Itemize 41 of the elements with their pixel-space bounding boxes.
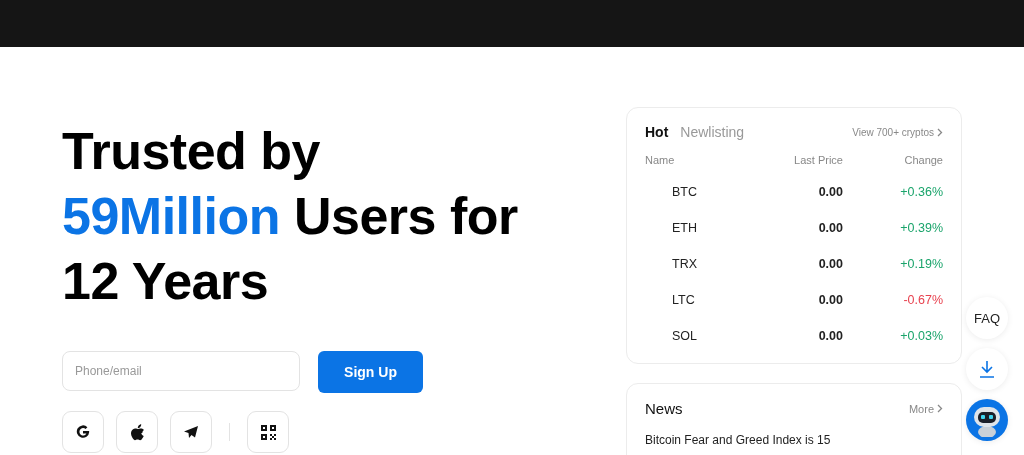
column-header: Name bbox=[645, 154, 676, 168]
column-header: Last Price bbox=[793, 154, 843, 168]
sign-up-button[interactable]: Sign Up bbox=[318, 351, 423, 393]
coin-name: TRX bbox=[671, 256, 698, 273]
market-tab[interactable]: Newlisting bbox=[680, 124, 745, 140]
google-login-button[interactable] bbox=[62, 411, 104, 453]
more-news-link[interactable]: More bbox=[908, 402, 943, 415]
download-icon bbox=[978, 360, 996, 378]
headline: Trusted by 59Million Users for 12 Years bbox=[62, 121, 519, 312]
download-button[interactable] bbox=[966, 348, 1008, 390]
qr-code-icon bbox=[260, 424, 276, 440]
news-title: News bbox=[645, 400, 683, 417]
price-change: +0.19% bbox=[899, 256, 943, 273]
google-g-icon bbox=[75, 424, 91, 440]
last-price: 0.00 bbox=[817, 220, 843, 237]
coin-name: BTC bbox=[671, 184, 698, 201]
coin-name: ETH bbox=[671, 220, 698, 237]
price-change: +0.03% bbox=[899, 328, 943, 345]
column-header: Change bbox=[903, 154, 943, 168]
qr-code-login-button[interactable] bbox=[247, 411, 289, 453]
view-all-cryptos-link[interactable]: View 700+ cryptos bbox=[852, 126, 943, 138]
last-price: 0.00 bbox=[817, 256, 843, 273]
faq-button[interactable]: FAQ bbox=[966, 297, 1008, 339]
chevron-right-icon bbox=[937, 404, 943, 413]
apple-icon bbox=[129, 423, 145, 441]
news-headline[interactable]: Bitcoin Fear and Greed Index is 15 bbox=[645, 433, 943, 447]
support-bot-button[interactable] bbox=[966, 399, 1008, 441]
market-tab[interactable]: Hot bbox=[645, 124, 669, 140]
phone-email-field[interactable]: Phone/email bbox=[62, 351, 300, 391]
apple-login-button[interactable] bbox=[116, 411, 158, 453]
last-price: 0.00 bbox=[817, 292, 843, 309]
price-change: +0.36% bbox=[899, 184, 943, 201]
last-price: 0.00 bbox=[817, 184, 843, 201]
telegram-login-button[interactable] bbox=[170, 411, 212, 453]
price-change: +0.39% bbox=[899, 220, 943, 237]
paper-plane-icon bbox=[183, 425, 199, 439]
coin-name: LTC bbox=[671, 292, 696, 309]
last-price: 0.00 bbox=[817, 328, 843, 345]
coin-name: SOL bbox=[671, 328, 698, 345]
chevron-right-icon bbox=[937, 127, 943, 137]
price-change: -0.67% bbox=[902, 292, 943, 309]
